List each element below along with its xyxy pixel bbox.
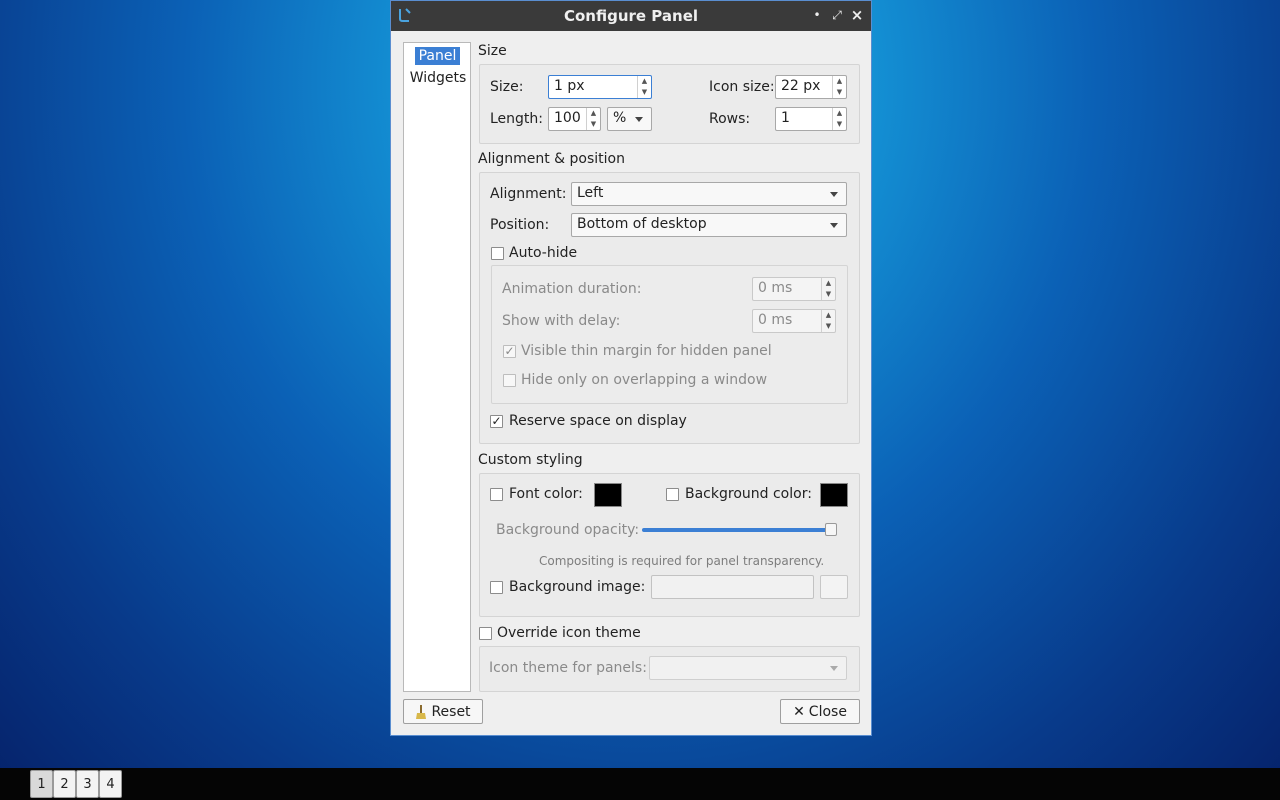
compositing-hint: Compositing is required for panel transp…: [539, 554, 825, 568]
chevron-down-icon: [830, 192, 838, 197]
chevron-down-icon: [635, 117, 643, 122]
font-color-checkbox[interactable]: [490, 488, 503, 501]
delay-spin-arrows[interactable]: ▲ ▼: [821, 310, 835, 332]
sidebar-item-panel[interactable]: Panel: [415, 47, 460, 65]
alignment-label: Alignment:: [490, 186, 567, 202]
override-icon-theme-checkbox[interactable]: [479, 627, 492, 640]
icon-size-spin-arrows[interactable]: ▲ ▼: [832, 76, 846, 98]
reset-label: Reset: [431, 703, 471, 720]
bg-image-input[interactable]: [651, 575, 814, 599]
length-label: Length:: [490, 111, 544, 127]
bg-color-checkbox[interactable]: [666, 488, 679, 501]
desktop-switch-3[interactable]: 3: [76, 770, 99, 798]
icon-theme-combo[interactable]: [649, 656, 847, 680]
length-spinbox[interactable]: 100 ▲ ▼: [548, 107, 601, 131]
size-value: 1 px: [554, 78, 585, 94]
autohide-checkbox[interactable]: [491, 247, 504, 260]
animation-duration-label: Animation duration:: [502, 281, 642, 297]
overlap-label[interactable]: Hide only on overlapping a window: [521, 372, 767, 388]
bg-opacity-label: Background opacity:: [496, 522, 640, 538]
maximize-icon[interactable]: ⤢: [829, 7, 845, 23]
rows-value: 1: [781, 110, 790, 126]
rows-label: Rows:: [709, 111, 751, 127]
bg-opacity-slider-handle[interactable]: [825, 523, 837, 536]
browse-image-button[interactable]: [820, 575, 848, 599]
font-color-label[interactable]: Font color:: [509, 486, 583, 502]
sidebar-item-widgets[interactable]: Widgets: [409, 68, 467, 88]
window-title: Configure Panel: [563, 7, 699, 25]
reset-button[interactable]: Reset: [403, 699, 483, 724]
length-value: 100: [554, 110, 581, 126]
rows-spin-arrows[interactable]: ▲ ▼: [832, 108, 846, 130]
show-delay-label: Show with delay:: [502, 313, 621, 329]
chevron-down-icon: [830, 666, 838, 671]
autohide-label[interactable]: Auto-hide: [509, 245, 577, 261]
override-icon-theme-label[interactable]: Override icon theme: [497, 625, 641, 641]
bg-image-checkbox[interactable]: [490, 581, 503, 594]
styling-section-title: Custom styling: [478, 452, 583, 468]
thin-margin-label[interactable]: Visible thin margin for hidden panel: [521, 343, 772, 359]
desktop-switch-1[interactable]: 1: [30, 770, 53, 798]
icon-size-label: Icon size:: [709, 79, 775, 95]
desktop-switch-4[interactable]: 4: [99, 770, 122, 798]
alignment-section-title: Alignment & position: [478, 151, 625, 167]
configure-panel-window: Configure Panel • ⤢ × Panel Widgets Size…: [390, 0, 872, 736]
size-spinbox[interactable]: 1 px ▲ ▼: [548, 75, 652, 99]
position-value: Bottom of desktop: [577, 216, 707, 232]
animation-duration-value: 0 ms: [758, 280, 793, 296]
font-color-swatch[interactable]: [594, 483, 622, 507]
close-x-icon: ✕: [793, 703, 805, 720]
desktop-switch-2[interactable]: 2: [53, 770, 76, 798]
length-unit-combo[interactable]: %: [607, 107, 652, 131]
icon-size-value: 22 px: [781, 78, 821, 94]
alignment-combo[interactable]: Left: [571, 182, 847, 206]
close-label: Close: [808, 703, 847, 720]
bg-color-swatch[interactable]: [820, 483, 848, 507]
bg-image-label[interactable]: Background image:: [509, 579, 645, 595]
chevron-down-icon: [830, 223, 838, 228]
taskbar: 1 2 3 4: [0, 768, 1280, 800]
length-spin-arrows[interactable]: ▲ ▼: [586, 108, 600, 130]
position-combo[interactable]: Bottom of desktop: [571, 213, 847, 237]
reserve-space-label[interactable]: Reserve space on display: [509, 413, 687, 429]
close-icon[interactable]: ×: [849, 7, 865, 23]
reserve-space-checkbox[interactable]: ✓: [490, 415, 503, 428]
size-spin-arrows[interactable]: ▲ ▼: [637, 76, 651, 98]
icon-size-spinbox[interactable]: 22 px ▲ ▼: [775, 75, 847, 99]
bg-color-label[interactable]: Background color:: [685, 486, 812, 502]
overlap-checkbox[interactable]: [503, 374, 516, 387]
position-label: Position:: [490, 217, 550, 233]
close-button[interactable]: ✕ Close: [780, 699, 860, 724]
size-label: Size:: [490, 79, 524, 95]
icon-theme-label: Icon theme for panels:: [489, 660, 647, 676]
rows-spinbox[interactable]: 1 ▲ ▼: [775, 107, 847, 131]
animation-duration-spinbox[interactable]: 0 ms ▲ ▼: [752, 277, 836, 301]
show-delay-spinbox[interactable]: 0 ms ▲ ▼: [752, 309, 836, 333]
title-bar[interactable]: Configure Panel • ⤢ ×: [391, 1, 871, 31]
minimize-icon[interactable]: •: [809, 7, 825, 23]
length-unit-value: %: [613, 110, 627, 126]
bg-opacity-slider-track[interactable]: [642, 528, 834, 532]
alignment-value: Left: [577, 185, 604, 201]
page-list: Panel Widgets: [403, 42, 471, 692]
size-section-title: Size: [478, 43, 507, 59]
show-delay-value: 0 ms: [758, 312, 793, 328]
thin-margin-checkbox[interactable]: ✓: [503, 345, 516, 358]
broom-icon: [416, 704, 427, 719]
animation-spin-arrows[interactable]: ▲ ▼: [821, 278, 835, 300]
